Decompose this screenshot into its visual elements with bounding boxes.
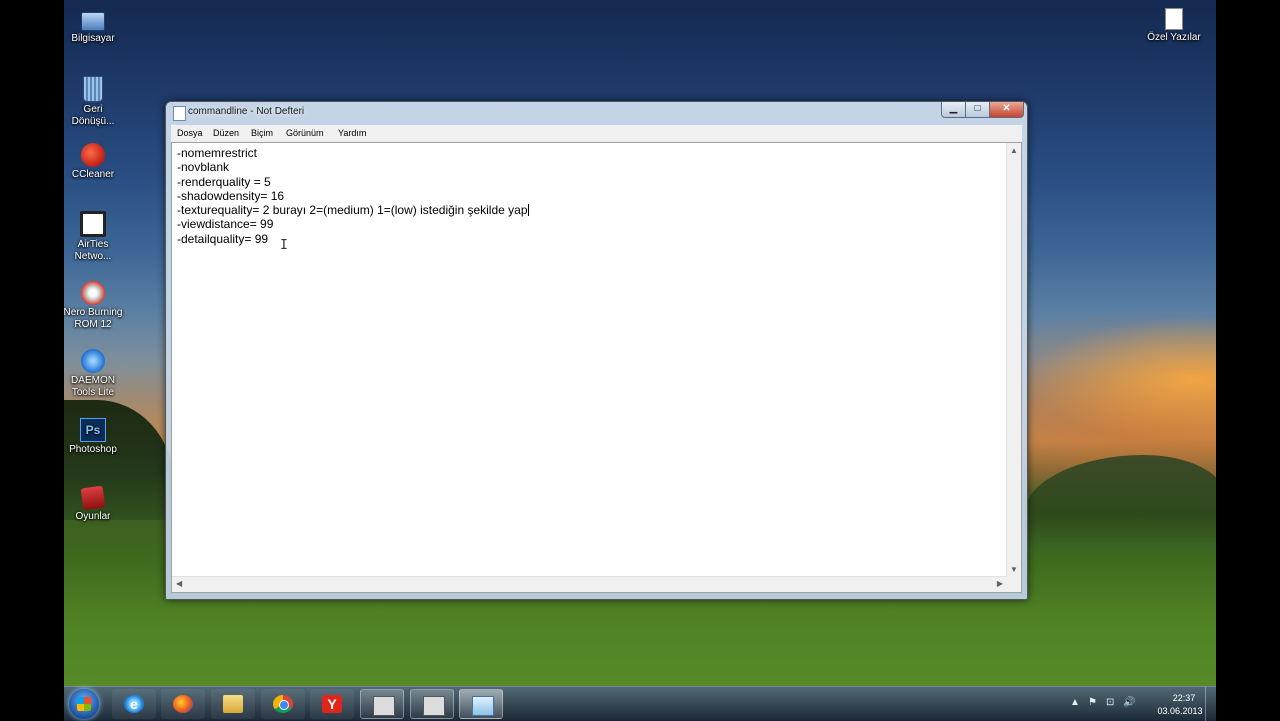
start-button[interactable] [69,689,99,719]
document-text[interactable]: -nomemrestrict -novblank -renderquality = … [177,146,529,246]
yandex-icon: Y [322,695,342,713]
taskbar-command-prompt[interactable] [360,689,404,719]
menu-help[interactable]: Yardım [338,128,366,138]
menu-view[interactable]: Görünüm [286,128,324,138]
taskbar-firefox[interactable] [161,689,205,719]
internet-explorer-icon: e [124,695,144,713]
ccleaner-icon [81,143,105,167]
text-caret [527,204,529,217]
menu-format[interactable]: Biçim [251,128,273,138]
daemon-tools-icon [81,349,105,373]
desktop-icon-label: CCleaner [71,169,115,180]
desktop-icon-games[interactable]: Oyunlar [64,485,128,523]
photoshop-icon: Ps [80,418,106,442]
desktop-icon-label: Geri Dönüşü... [71,104,115,127]
desktop-icon-photoshop[interactable]: Ps Photoshop [64,418,128,456]
scroll-up-icon[interactable]: ▲ [1010,146,1018,155]
terminal-icon [423,696,445,716]
desktop-icon-label: DAEMON Tools Lite [71,375,115,398]
text-line: -detailquality= 99 [177,231,269,246]
text-line: -texturequality= 2 burayı 2=(medium) 1=(… [177,203,528,218]
window-title: commandline - Not Defteri [188,106,305,117]
taskbar-file-explorer[interactable] [211,689,255,719]
terminal-icon [373,696,395,716]
maximize-button[interactable]: □ [965,102,990,118]
ibeam-cursor-icon: I [280,238,288,253]
clock-date[interactable]: 03.06.2013 [1151,706,1209,716]
menu-edit[interactable]: Düzen [213,128,239,138]
network-icon[interactable]: ⊡ [1106,697,1114,708]
scroll-down-icon[interactable]: ▼ [1010,565,1018,574]
desktop-icon-label: Photoshop [69,444,117,455]
taskbar-notepad[interactable] [459,689,503,719]
minimize-button[interactable]: ▁ [941,102,966,118]
taskbar-yandex[interactable]: Y [310,689,354,719]
notepad-icon [472,696,494,716]
desktop-icon-daemon-tools[interactable]: DAEMON Tools Lite [64,349,128,399]
desktop-icon-label: AirTies Netwo... [74,239,112,262]
hills [1024,455,1216,555]
desktop-icon-computer[interactable]: Bilgisayar [64,6,128,45]
text-line: -shadowdensity= 16 [177,188,285,203]
show-hidden-icons-icon[interactable]: ▲ [1070,697,1080,708]
computer-icon [81,12,105,31]
horizontal-scrollbar[interactable]: ◀ ▶ [172,576,1007,592]
text-line: -novblank [177,160,230,175]
notepad-app-icon[interactable] [173,106,186,121]
desktop-icon-ccleaner[interactable]: CCleaner [64,143,128,181]
desktop-icon-label: Bilgisayar [71,33,115,44]
close-button[interactable]: ✕ [989,102,1024,118]
taskbar-internet-explorer[interactable]: e [112,689,156,719]
system-tray: ▲ ⚑ ⊡ 🔊 22:37 03.06.2013 [1064,687,1216,721]
desktop-icon-label: Özel Yazılar [1147,32,1201,43]
taskbar-chrome[interactable] [261,689,305,719]
vertical-scrollbar[interactable]: ▲ ▼ [1006,143,1021,577]
desktop-icon-label: Nero Burning ROM 12 [64,307,123,330]
menu-bar: Dosya Düzen Biçim Görünüm Yardım [171,125,1022,143]
text-line: -viewdistance= 99 [177,217,274,232]
action-center-flag-icon[interactable]: ⚑ [1088,697,1097,708]
document-icon [1165,8,1183,30]
text-line: -nomemrestrict [177,146,258,160]
taskbar-command-prompt-2[interactable] [410,689,454,719]
scroll-right-icon[interactable]: ▶ [997,579,1003,588]
menu-file[interactable]: Dosya [177,128,203,138]
text-line-with-caret: -texturequality= 2 burayı 2=(medium) 1=(… [177,203,529,217]
desktop-icon-label: Oyunlar [75,511,111,522]
desktop-icon-recycle-bin[interactable]: Geri Dönüşü... [64,72,128,128]
games-folder-icon [80,485,106,511]
title-bar[interactable]: commandline - Not Defteri ▁ □ ✕ [166,102,1027,122]
text-line: -renderquality = 5 [177,174,271,189]
notepad-window[interactable]: commandline - Not Defteri ▁ □ ✕ Dosya Dü… [165,101,1028,600]
taskbar: e Y ▲ ⚑ ⊡ 🔊 22:37 03.06.2013 [64,686,1216,721]
firefox-icon [173,695,193,713]
resize-grip[interactable] [1007,577,1021,592]
volume-icon[interactable]: 🔊 [1123,697,1135,708]
desktop-icon-ozel-yazilar[interactable]: Özel Yazılar [1139,6,1209,44]
desktop-icon-nero[interactable]: Nero Burning ROM 12 [64,281,128,331]
folder-icon [223,695,243,713]
airties-icon [80,211,106,237]
desktop-icon-airties[interactable]: AirTies Netwo... [64,211,128,263]
text-editor[interactable]: -nomemrestrict -novblank -renderquality = … [171,142,1022,593]
chrome-icon [273,695,293,713]
recycle-bin-icon [83,76,103,102]
clock-time[interactable]: 22:37 [1162,693,1206,703]
scroll-left-icon[interactable]: ◀ [176,579,182,588]
show-desktop-button[interactable] [1205,687,1216,721]
nero-icon [81,281,105,305]
